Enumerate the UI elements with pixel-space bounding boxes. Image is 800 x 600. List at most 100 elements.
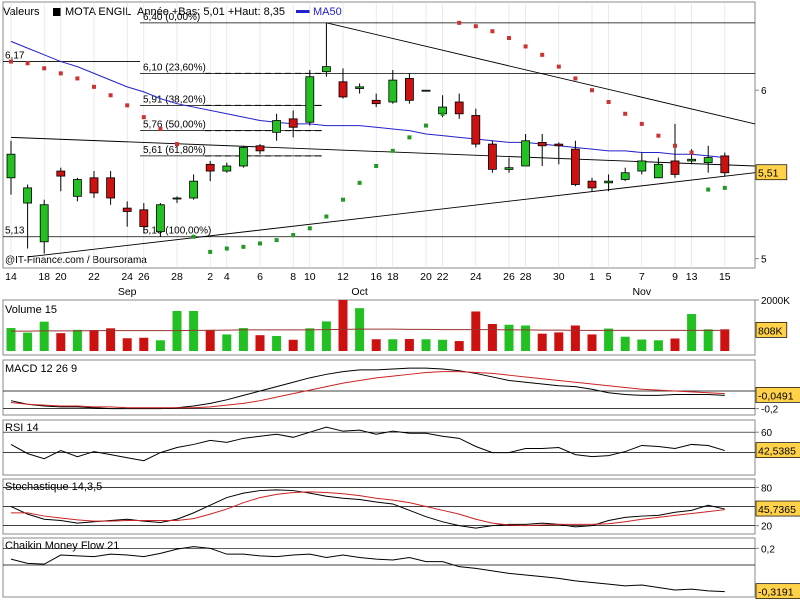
volume-bar-17 — [288, 339, 298, 351]
volume-bar-33 — [554, 332, 564, 351]
candle-43 — [720, 152, 730, 177]
x-month-label-2: Nov — [632, 286, 651, 298]
sar-dot-26 — [440, 111, 445, 116]
x-month-label-1: Oct — [351, 286, 367, 298]
stoch-title: Stochastique 14,3,5 — [5, 481, 102, 493]
fib-label-0: 6,40 (0,00%) — [143, 12, 200, 23]
volume-bar-4 — [72, 329, 82, 351]
sar-dot-1 — [25, 61, 30, 66]
candle-body-2 — [39, 204, 49, 243]
candle-body-43 — [720, 155, 730, 174]
x-day-label-17: 24 — [470, 271, 482, 283]
ma-legend-label: MA50 — [313, 6, 342, 18]
candle-body-27 — [454, 101, 464, 115]
volume-bar-43 — [720, 329, 730, 351]
sar-dot-30 — [507, 36, 511, 40]
sar-dot-10 — [175, 142, 179, 147]
rsi-last-label: 42,5385 — [758, 446, 796, 458]
sar-dot-32 — [540, 52, 545, 57]
volume-last-label: 808K — [758, 325, 783, 337]
volume-bar-1 — [23, 332, 33, 351]
candle-body-29 — [487, 143, 497, 170]
rsi-last-label-group: 42,5385 — [755, 442, 800, 458]
fib-label-1: 6,10 (23,60%) — [143, 62, 206, 73]
candle-body-24 — [404, 78, 414, 101]
volume-bar-7 — [122, 338, 132, 351]
sar-dot-40 — [673, 143, 677, 148]
stoch-ytick-0: 80 — [761, 483, 773, 494]
volume-bar-41 — [687, 314, 697, 351]
candle-body-21 — [355, 86, 365, 89]
stoch-ytick-1: 20 — [761, 522, 773, 533]
sar-dot-29 — [490, 29, 495, 34]
candle-body-31 — [521, 140, 530, 167]
candle-body-10 — [172, 197, 182, 200]
cmf-ytick-0: 0,2 — [761, 544, 775, 555]
sar-dot-19 — [324, 214, 329, 219]
candle-body-36 — [604, 180, 613, 184]
volume-bar-14 — [238, 328, 248, 351]
x-day-label-4: 24 — [121, 271, 133, 283]
sar-dot-38 — [639, 121, 644, 126]
candle-body-23 — [388, 79, 398, 103]
volume-bar-16 — [272, 335, 282, 351]
candle-body-14 — [238, 147, 248, 167]
sar-dot-41 — [689, 150, 694, 155]
sar-dot-12 — [208, 249, 213, 254]
x-day-label-24: 9 — [672, 271, 678, 283]
x-month-label-0: Sep — [118, 286, 137, 298]
candle-body-11 — [189, 180, 199, 199]
chart-credit: @IT-Finance.com / Boursorama — [5, 255, 147, 266]
volume-bar-30 — [504, 324, 514, 351]
x-day-label-16: 22 — [437, 271, 449, 283]
stock-chart: Valeurs MOTA ENGIL Année +Bas: 5,01 +Hau… — [0, 0, 800, 600]
sar-dot-6 — [108, 93, 113, 98]
volume-bar-32 — [537, 333, 547, 351]
sar-dot-13 — [224, 246, 229, 251]
volume-bar-34 — [570, 325, 580, 351]
volume-bar-24 — [404, 339, 414, 351]
candle-body-22 — [371, 99, 381, 105]
fib-label-4: 5,61 (61,80%) — [143, 145, 206, 156]
rsi-ytick-0: 60 — [761, 428, 773, 439]
fib-label-3: 5,76 (50,00%) — [143, 120, 206, 131]
sar-dot-3 — [58, 71, 63, 76]
sar-dot-24 — [407, 135, 412, 140]
x-day-label-2: 20 — [55, 271, 67, 283]
x-day-label-14: 18 — [387, 271, 399, 283]
x-day-label-26: 15 — [719, 271, 731, 283]
sar-dot-2 — [42, 66, 47, 71]
candle-body-9 — [155, 204, 165, 233]
cmf-last-label-group: -0,3191 — [755, 583, 800, 600]
header-symbol-marker — [53, 8, 61, 16]
volume-bar-31 — [521, 325, 531, 351]
sar-dot-7 — [125, 103, 130, 108]
price-ytick-0: 6 — [761, 86, 767, 97]
candle-body-16 — [272, 120, 282, 133]
candle-body-34 — [571, 148, 580, 185]
x-day-label-0: 14 — [5, 271, 17, 283]
sar-dot-20 — [341, 197, 345, 202]
x-day-label-20: 30 — [553, 271, 565, 283]
candle-body-6 — [106, 177, 115, 199]
candle-body-41 — [687, 158, 696, 162]
sar-dot-37 — [623, 111, 628, 116]
candle-body-1 — [23, 187, 33, 204]
volume-bar-28 — [471, 311, 481, 351]
volume-bar-36 — [604, 328, 614, 351]
x-day-label-23: 7 — [639, 271, 645, 283]
sar-dot-4 — [75, 76, 80, 81]
x-day-label-21: 1 — [589, 271, 595, 283]
candle-body-19 — [321, 66, 331, 73]
price-last-label-group: 5,51 — [755, 164, 788, 181]
volume-bar-20 — [338, 300, 348, 351]
fib-label-5: 5,13 (100,00%) — [143, 226, 211, 237]
volume-ytick-0: 2000K — [761, 296, 790, 307]
x-day-label-12: 12 — [337, 271, 349, 283]
volume-bar-6 — [106, 328, 116, 351]
x-day-label-8: 4 — [224, 271, 230, 283]
sar-dot-16 — [274, 238, 279, 243]
sar-dot-42 — [706, 187, 711, 192]
volume-bar-23 — [388, 339, 398, 351]
sar-dot-36 — [606, 100, 611, 104]
